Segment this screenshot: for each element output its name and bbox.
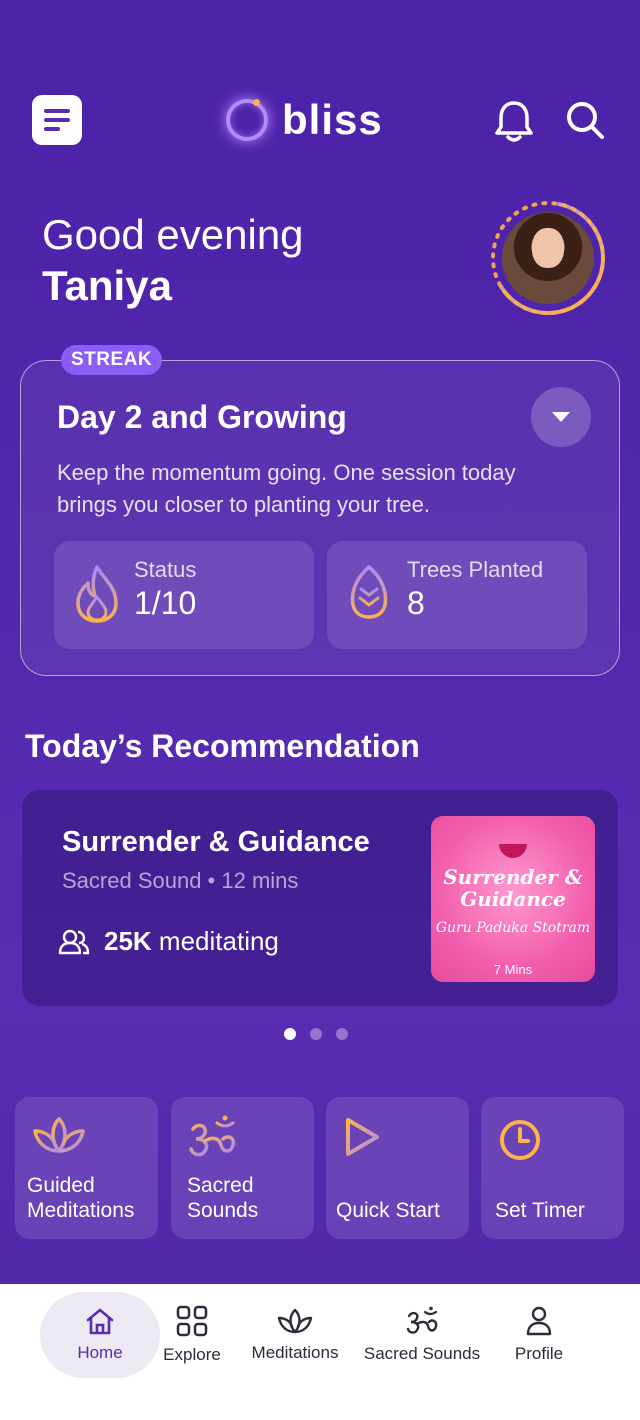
flame-icon xyxy=(76,565,118,623)
recommendation-heading: Today’s Recommendation xyxy=(25,728,420,764)
lotus-icon xyxy=(33,1117,85,1153)
meditating-label: meditating xyxy=(151,926,279,956)
tile-label: Set Timer xyxy=(495,1199,585,1222)
tile-quick-start[interactable]: Quick Start xyxy=(326,1097,469,1239)
artwork-subtitle: Guru Paduka Stotram xyxy=(435,920,591,936)
menu-icon-line xyxy=(44,109,70,113)
chevron-down-icon xyxy=(552,412,570,422)
meditating-number: 25K xyxy=(104,926,152,956)
home-icon xyxy=(86,1308,114,1335)
om-icon xyxy=(189,1115,236,1157)
artwork-duration: 7 Mins xyxy=(493,962,533,977)
recommendation-meta: Sacred Sound • 12 mins xyxy=(62,868,299,893)
nav-meditations[interactable]: Meditations xyxy=(245,1292,345,1378)
app-logo: bliss xyxy=(226,95,383,145)
logo-ring-icon xyxy=(226,99,268,141)
streak-badge: STREAK xyxy=(61,345,163,375)
stat-status-label: Status xyxy=(134,557,197,582)
nav-profile[interactable]: Profile xyxy=(508,1292,570,1378)
nav-meditations-label: Meditations xyxy=(251,1343,339,1362)
stat-status: Status 1/10 xyxy=(54,541,314,649)
carousel-indicator xyxy=(284,1028,348,1040)
bottom-navigation: Home Explore Meditations Sacred Sounds P… xyxy=(0,1284,640,1420)
tile-label: Quick Start xyxy=(336,1199,440,1222)
tile-label: Guided Meditations xyxy=(27,1174,135,1222)
greeting-salutation: Good evening xyxy=(42,211,304,258)
streak-title: Day 2 and Growing xyxy=(57,399,347,435)
nav-home[interactable]: Home xyxy=(40,1292,160,1378)
om-icon xyxy=(406,1306,438,1334)
tile-sacred-sounds[interactable]: Sacred Sounds xyxy=(171,1097,314,1239)
stat-trees-value: 8 xyxy=(407,585,425,621)
play-icon xyxy=(346,1118,379,1156)
tile-label: Sacred Sounds xyxy=(187,1174,259,1222)
stat-status-value: 1/10 xyxy=(134,585,197,621)
lotus-icon xyxy=(277,1308,313,1334)
artwork-title: Surrender & Guidance xyxy=(443,865,583,911)
logo-text: bliss xyxy=(282,96,383,143)
nav-sacred-sounds-label: Sacred Sounds xyxy=(363,1344,481,1363)
streak-card: STREAK Day 2 and Growing Keep the moment… xyxy=(20,345,620,676)
menu-icon-line xyxy=(44,118,70,122)
recommendation-artwork: Surrender & Guidance Guru Paduka Stotram… xyxy=(431,816,595,982)
greeting: Good evening Taniya xyxy=(42,210,304,312)
nav-explore-label: Explore xyxy=(163,1345,221,1364)
menu-button[interactable] xyxy=(32,95,82,145)
recommendation-title: Surrender & Guidance xyxy=(62,826,370,858)
recommendation-card[interactable]: Surrender & Guidance Sacred Sound • 12 m… xyxy=(22,790,618,1006)
tile-guided-meditations[interactable]: Guided Meditations xyxy=(15,1097,158,1239)
search-icon[interactable] xyxy=(564,99,606,141)
carousel-dot[interactable] xyxy=(284,1028,296,1040)
leaf-icon xyxy=(350,564,388,627)
diya-icon xyxy=(499,844,527,858)
app-header: bliss xyxy=(0,95,640,145)
user-icon xyxy=(526,1306,552,1336)
nav-sacred-sounds[interactable]: Sacred Sounds xyxy=(360,1292,484,1378)
stat-trees-planted: Trees Planted 8 xyxy=(327,541,587,649)
avatar-photo xyxy=(502,212,594,304)
nav-profile-label: Profile xyxy=(514,1344,564,1363)
streak-expand-button[interactable] xyxy=(531,387,591,447)
clock-icon xyxy=(500,1120,540,1160)
streak-description: Keep the momentum going. One session tod… xyxy=(57,460,516,517)
nav-explore[interactable]: Explore xyxy=(160,1292,224,1378)
carousel-dot[interactable] xyxy=(310,1028,322,1040)
avatar[interactable] xyxy=(488,198,608,318)
stat-trees-label: Trees Planted xyxy=(407,557,544,582)
carousel-dot[interactable] xyxy=(336,1028,348,1040)
tile-set-timer[interactable]: Set Timer xyxy=(481,1097,624,1239)
users-icon xyxy=(58,929,90,954)
grid-icon xyxy=(176,1305,208,1337)
bell-icon[interactable] xyxy=(494,99,534,143)
nav-home-label: Home xyxy=(77,1343,123,1362)
quick-actions: Guided Meditations Sacred Sounds Quick S… xyxy=(15,1097,625,1239)
meditating-count: 25K meditating xyxy=(58,926,279,957)
menu-icon-line xyxy=(44,127,60,131)
user-name: Taniya xyxy=(42,262,172,309)
